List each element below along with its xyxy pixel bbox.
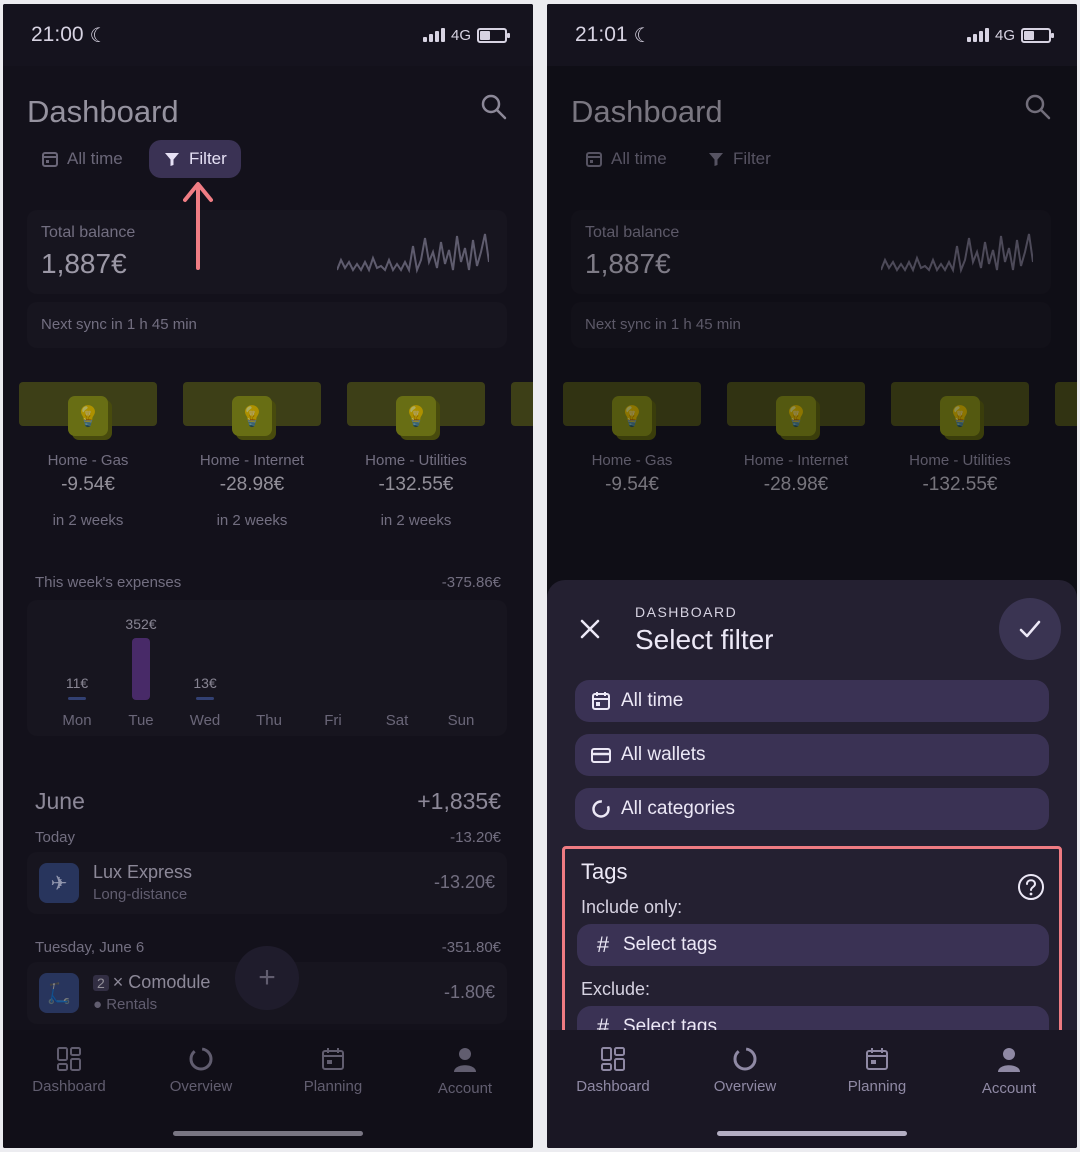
battery-icon (1021, 27, 1054, 43)
planning-icon (866, 1048, 888, 1070)
battery-icon (477, 27, 510, 43)
exclude-label: Exclude: (581, 979, 651, 999)
select-filter-sheet: DASHBOARD Select filter All time All wal… (547, 580, 1077, 1062)
annotation-arrow (183, 182, 213, 270)
confirm-button[interactable] (999, 598, 1061, 660)
check-icon (1019, 620, 1041, 638)
status-bar: 21:00 ☾ 4G (3, 4, 533, 66)
include-tags-button[interactable]: # Select tags (577, 924, 1049, 966)
network-label: 4G (994, 26, 1015, 44)
categories-icon (592, 800, 610, 818)
status-time: 21:01 ☾ (575, 23, 652, 47)
dim-overlay (3, 66, 533, 1148)
status-bar: 21:01 ☾ 4G (547, 4, 1077, 66)
status-time: 21:00 ☾ (31, 23, 108, 47)
nav-planning[interactable]: Planning (811, 1046, 943, 1095)
include-label: Include only: (581, 897, 683, 917)
sheet-overline: DASHBOARD (635, 604, 738, 620)
close-icon[interactable] (575, 614, 605, 644)
sheet-title: Select filter (635, 624, 774, 655)
account-icon (998, 1048, 1020, 1072)
dashboard-icon (601, 1047, 625, 1071)
moon-icon: ☾ (633, 24, 652, 47)
network-label: 4G (450, 26, 471, 44)
all-time-filter-button[interactable]: All time (575, 680, 1049, 722)
nav-dashboard[interactable]: Dashboard (547, 1046, 679, 1095)
nav-overview[interactable]: Overview (679, 1046, 811, 1095)
help-icon[interactable] (1017, 873, 1045, 901)
moon-icon: ☾ (89, 24, 108, 47)
hashtag-icon: # (596, 932, 610, 957)
overview-icon (733, 1047, 757, 1071)
all-wallets-filter-button[interactable]: All wallets (575, 734, 1049, 776)
nav-account[interactable]: Account (943, 1046, 1075, 1097)
tags-heading: Tags (581, 859, 628, 884)
calendar-icon (592, 692, 610, 710)
right-screen: 21:01 ☾ 4G Dashboard All time Filter Tota… (547, 4, 1077, 1148)
filter-chip[interactable]: Filter (149, 140, 241, 178)
all-categories-filter-button[interactable]: All categories (575, 788, 1049, 830)
signal-icon (966, 28, 989, 42)
filter-icon (165, 153, 179, 166)
home-indicator (717, 1131, 907, 1136)
left-screen: 21:00 ☾ 4G Dashboard All time Filter Tota… (3, 4, 533, 1148)
signal-icon (422, 28, 445, 42)
bottom-nav: Dashboard Overview Planning Account (547, 1030, 1077, 1148)
wallet-icon (591, 748, 611, 763)
